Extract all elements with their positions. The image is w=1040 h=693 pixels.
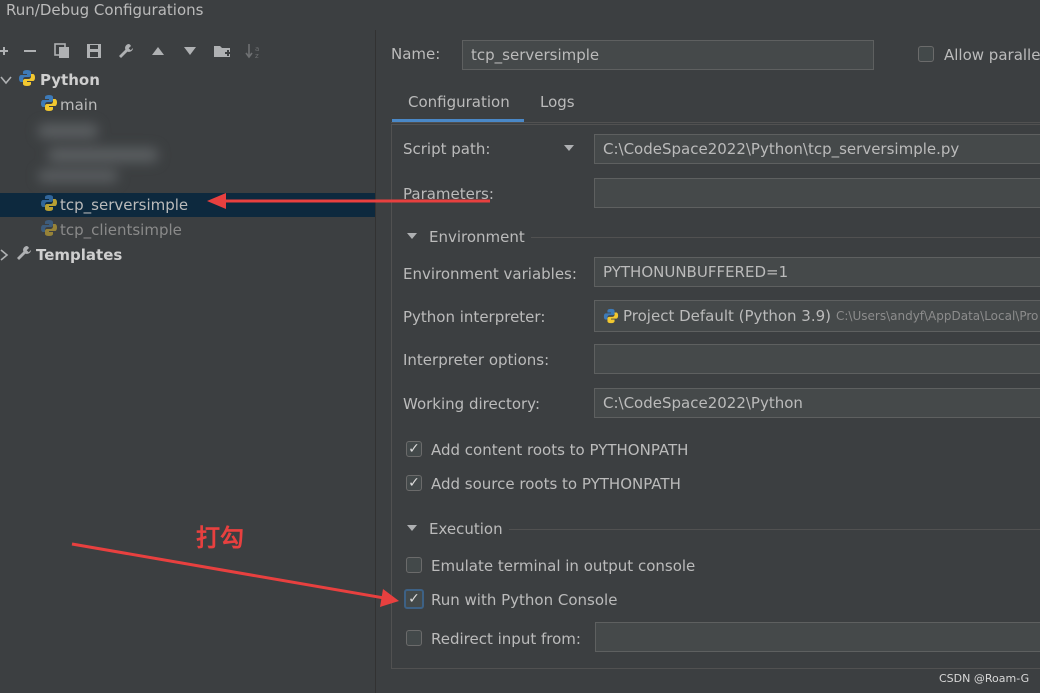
- name-label: Name:: [391, 45, 441, 63]
- python-file-icon: [40, 94, 58, 116]
- tree-divider: [375, 30, 376, 693]
- chevron-right-icon[interactable]: [0, 249, 10, 261]
- emulate-terminal-checkbox[interactable]: [406, 557, 422, 573]
- check-icon: ✓: [408, 441, 420, 457]
- folder-add-icon[interactable]: [206, 40, 238, 62]
- tabs-border: [391, 122, 1040, 123]
- chevron-down-icon[interactable]: [0, 75, 12, 85]
- move-down-icon[interactable]: [174, 40, 206, 62]
- tab-configuration[interactable]: Configuration: [408, 93, 510, 111]
- python-file-icon: [40, 219, 58, 241]
- tree-item-tcp-clientsimple[interactable]: tcp_clientsimple: [0, 218, 375, 242]
- wrench-icon: [16, 245, 32, 265]
- parameters-input[interactable]: [594, 178, 1040, 208]
- script-type-dropdown-icon[interactable]: [564, 145, 574, 151]
- watermark: CSDN @Roam-G: [939, 672, 1030, 685]
- save-icon[interactable]: [78, 40, 110, 62]
- execution-collapse-icon[interactable]: [407, 525, 417, 531]
- python-icon: [18, 69, 36, 91]
- wrench-icon[interactable]: [110, 40, 142, 62]
- working-dir-input[interactable]: C:\CodeSpace2022\Python: [594, 388, 1040, 418]
- tree-item-label: tcp_serversimple: [60, 196, 189, 214]
- interp-options-label: Interpreter options:: [403, 351, 550, 369]
- remove-icon[interactable]: [14, 40, 46, 62]
- tree-python-group[interactable]: Python: [0, 68, 375, 92]
- script-path-label: Script path:: [403, 140, 491, 158]
- svg-text:z: z: [255, 52, 259, 59]
- check-icon: ✓: [408, 475, 420, 491]
- environment-section-title: Environment: [429, 228, 525, 246]
- check-icon: ✓: [408, 591, 420, 607]
- allow-parallel-label: Allow parallel: [944, 46, 1040, 64]
- tree-templates[interactable]: Templates: [0, 243, 375, 267]
- emulate-terminal-label: Emulate terminal in output console: [431, 557, 696, 575]
- interpreter-value: Project Default (Python 3.9): [623, 307, 831, 325]
- tree-item-main[interactable]: main: [0, 93, 375, 117]
- add-content-roots-checkbox[interactable]: ✓: [406, 441, 422, 457]
- redirect-input-checkbox[interactable]: [406, 630, 422, 646]
- tree-templates-label: Templates: [36, 246, 123, 264]
- interpreter-path: C:\Users\andyf\AppData\Local\Pro: [836, 309, 1039, 323]
- move-up-icon[interactable]: [142, 40, 174, 62]
- allow-parallel-checkbox[interactable]: [918, 46, 934, 62]
- run-python-console-label: Run with Python Console: [431, 591, 618, 609]
- blurred-region: [38, 118, 163, 188]
- tree-item-tcp-serversimple[interactable]: tcp_serversimple: [0, 193, 375, 217]
- tab-logs[interactable]: Logs: [540, 93, 575, 111]
- name-input[interactable]: tcp_serversimple: [462, 40, 874, 70]
- parameters-label: Parameters:: [403, 185, 494, 203]
- python-file-icon: [40, 194, 58, 216]
- annotation-label: 打勾: [196, 524, 244, 552]
- execution-separator: [509, 529, 1040, 530]
- redirect-input-field[interactable]: [595, 622, 1040, 652]
- add-source-roots-label: Add source roots to PYTHONPATH: [431, 475, 681, 493]
- sort-icon[interactable]: az: [238, 40, 270, 62]
- python-icon: [603, 308, 619, 324]
- interp-options-input[interactable]: [594, 344, 1040, 374]
- interpreter-select[interactable]: Project Default (Python 3.9) C:\Users\an…: [594, 300, 1040, 332]
- toolbar: az: [0, 40, 270, 62]
- working-dir-label: Working directory:: [403, 395, 541, 413]
- redirect-input-label: Redirect input from:: [431, 630, 581, 648]
- environment-collapse-icon[interactable]: [407, 233, 417, 239]
- env-vars-input[interactable]: PYTHONUNBUFFERED=1: [594, 257, 1040, 287]
- environment-separator: [531, 237, 1040, 238]
- add-content-roots-label: Add content roots to PYTHONPATH: [431, 441, 689, 459]
- env-vars-label: Environment variables:: [403, 265, 577, 283]
- active-tab-indicator: [392, 119, 524, 122]
- add-icon[interactable]: [0, 40, 14, 62]
- arrow-to-console-checkbox: [71, 542, 399, 607]
- interpreter-label: Python interpreter:: [403, 308, 546, 326]
- tree-item-label: tcp_clientsimple: [60, 221, 182, 239]
- tree-python-label: Python: [40, 71, 100, 89]
- execution-section-title: Execution: [429, 520, 503, 538]
- run-python-console-checkbox[interactable]: ✓: [404, 589, 424, 609]
- add-source-roots-checkbox[interactable]: ✓: [406, 475, 422, 491]
- tree-item-label: main: [60, 96, 98, 114]
- script-path-input[interactable]: C:\CodeSpace2022\Python\tcp_serversimple…: [594, 134, 1040, 164]
- window-title: Run/Debug Configurations: [6, 1, 204, 19]
- copy-icon[interactable]: [46, 40, 78, 62]
